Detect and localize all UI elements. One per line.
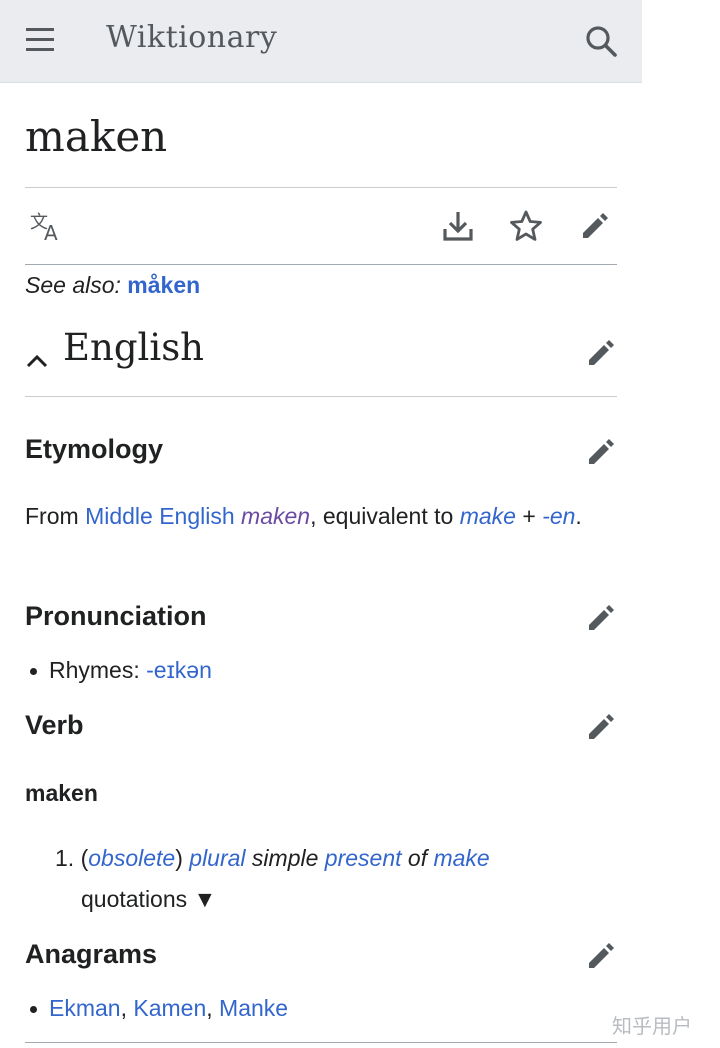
anagram-link[interactable]: Manke <box>219 995 288 1021</box>
rhymes-label: Rhymes: <box>49 657 147 683</box>
make-link[interactable]: make <box>433 845 489 871</box>
text: simple <box>245 845 325 871</box>
see-also: See also: måken <box>25 272 200 299</box>
text: ) <box>175 845 183 871</box>
chevron-up-icon[interactable] <box>25 339 49 367</box>
language-section-heading[interactable]: English <box>25 326 204 369</box>
obsolete-link[interactable]: obsolete <box>88 845 175 871</box>
edit-verb-icon[interactable] <box>583 709 619 750</box>
text: of <box>401 845 434 871</box>
headword: maken <box>25 780 98 806</box>
text: From <box>25 503 86 529</box>
anagrams-heading: Anagrams <box>25 939 158 969</box>
page-title: maken <box>25 112 168 161</box>
app-header: Wiktionary <box>0 0 642 83</box>
list-item: Rhymes: -eɪkən <box>30 657 212 684</box>
text: . <box>575 503 582 529</box>
edit-pronunciation-icon[interactable] <box>583 600 619 641</box>
make-link[interactable]: make <box>460 503 516 529</box>
etymology-text: From Middle English maken, equivalent to… <box>25 503 582 530</box>
quotations-toggle[interactable]: quotations ▼ <box>81 886 216 913</box>
etymology-heading: Etymology <box>25 434 164 464</box>
see-also-link[interactable]: måken <box>127 272 200 298</box>
see-also-label: See also: <box>25 272 121 298</box>
rhymes-link[interactable]: -eɪkən <box>146 657 212 683</box>
text: , <box>120 995 134 1021</box>
menu-icon[interactable] <box>26 26 56 54</box>
edit-etymology-icon[interactable] <box>583 434 619 475</box>
text: + <box>515 503 543 529</box>
edit-page-icon[interactable] <box>577 208 613 249</box>
anagram-link[interactable]: Ekman <box>49 995 121 1021</box>
site-brand[interactable]: Wiktionary <box>106 20 277 55</box>
plural-link[interactable]: plural <box>189 845 245 871</box>
download-icon[interactable] <box>440 208 476 249</box>
language-name: English <box>63 326 205 369</box>
pronunciation-heading: Pronunciation <box>25 601 207 631</box>
text: , <box>206 995 220 1021</box>
watermark: 知乎用户 <box>612 1016 692 1038</box>
svg-text:A: A <box>44 221 58 244</box>
en-suffix-link[interactable]: -en <box>542 503 575 529</box>
star-icon[interactable] <box>508 208 544 249</box>
edit-english-icon[interactable] <box>583 335 619 376</box>
language-icon[interactable]: 文 A <box>28 208 64 249</box>
toolbar-divider <box>25 264 617 265</box>
list-item: Ekman, Kamen, Manke <box>30 995 288 1022</box>
definition-number: 1. <box>55 845 75 871</box>
divider <box>25 187 617 188</box>
verb-heading: Verb <box>25 710 84 740</box>
definition-item: 1. (obsolete) plural simple present of m… <box>55 845 490 872</box>
middle-english-link[interactable]: Middle English <box>85 503 235 529</box>
search-icon[interactable] <box>582 22 622 62</box>
text: , equivalent to <box>310 503 460 529</box>
anagram-link[interactable]: Kamen <box>133 995 206 1021</box>
edit-anagrams-icon[interactable] <box>583 938 619 979</box>
present-link[interactable]: present <box>325 845 402 871</box>
maken-link[interactable]: maken <box>241 503 310 529</box>
section-divider <box>25 396 617 397</box>
bottom-divider <box>25 1042 617 1043</box>
